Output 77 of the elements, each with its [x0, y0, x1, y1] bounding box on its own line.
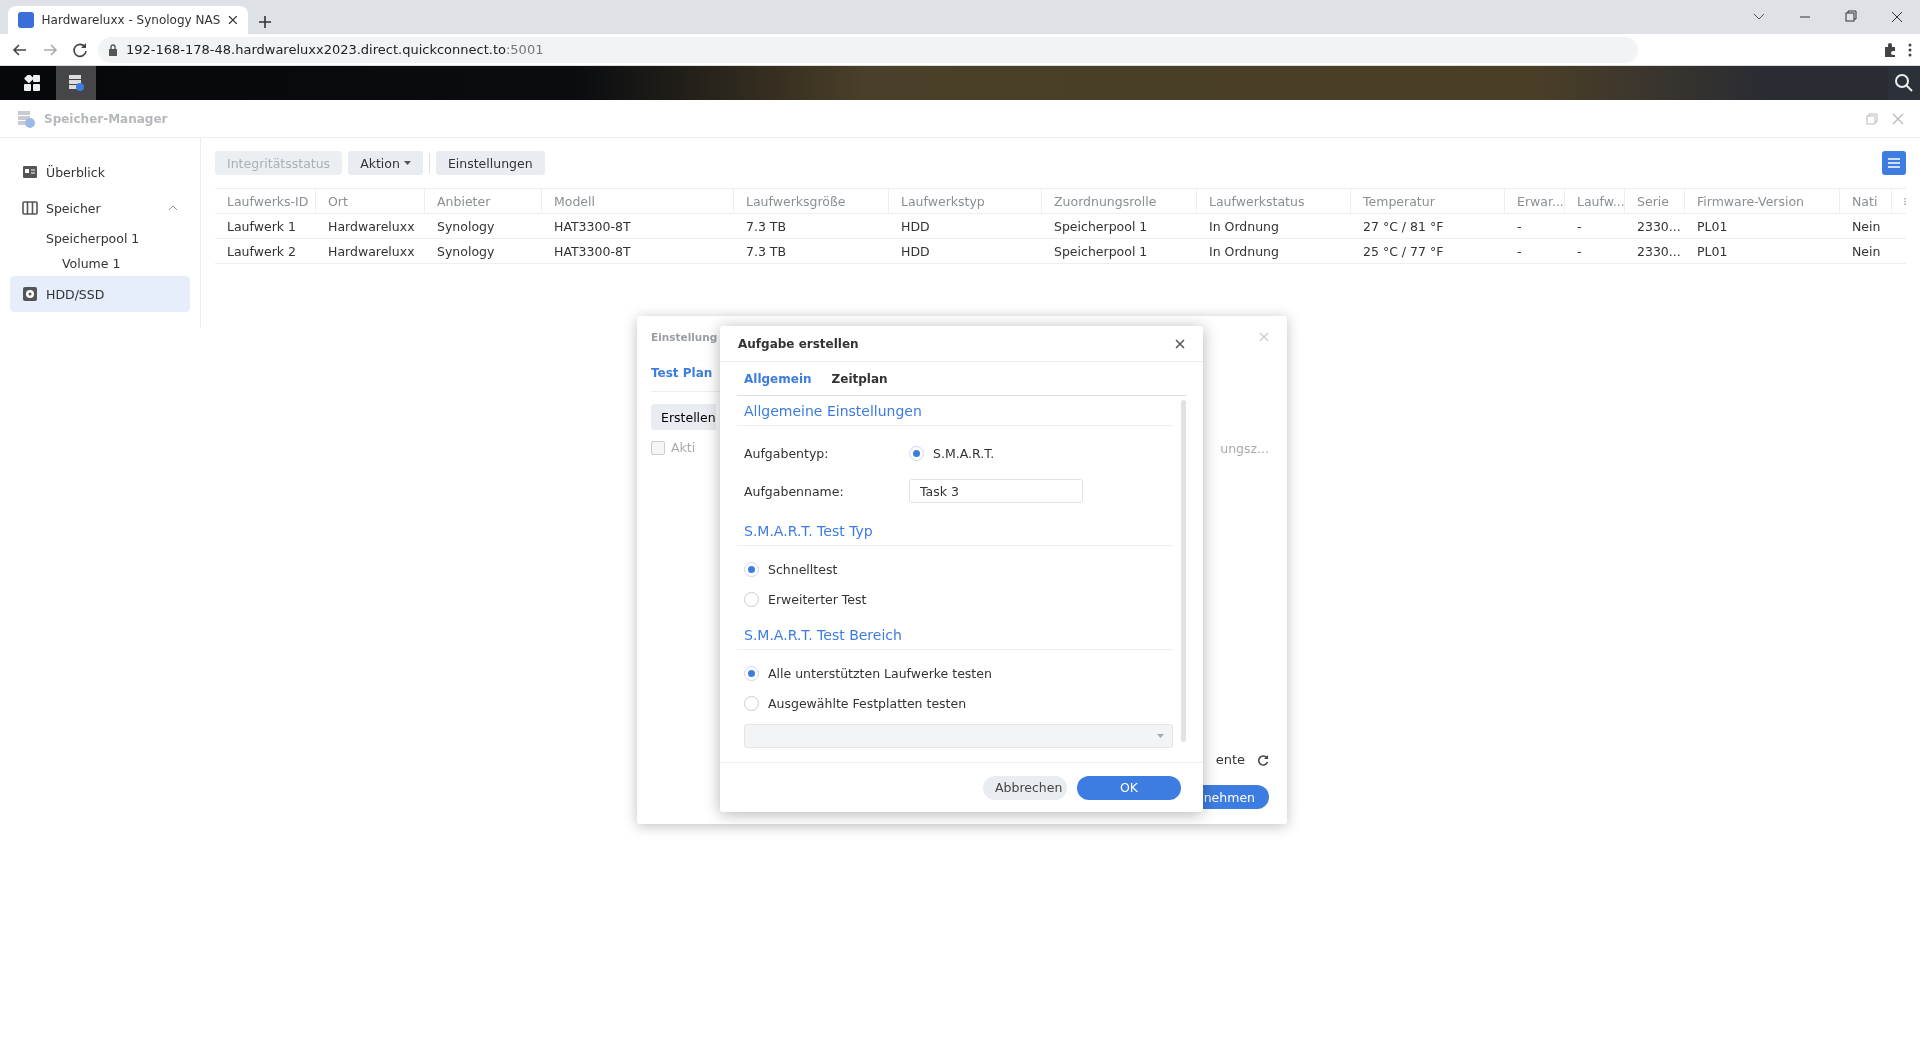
sidebar-label: Speicher	[46, 200, 101, 216]
table-cell: 27 °C / 81 °F	[1351, 214, 1505, 239]
address-bar[interactable]: 192-168-178-48.hardwareluxx2023.direct.quickconnect.to:5001	[98, 36, 1638, 63]
create-button[interactable]: Erstellen	[651, 404, 716, 430]
column-header[interactable]: Laufwerks-ID	[215, 188, 316, 214]
tab[interactable]: Allgemein	[744, 371, 812, 386]
table-cell: -	[1505, 239, 1565, 264]
toolbar-button[interactable]: Einstellungen	[435, 151, 545, 175]
table-cell: Speicherpool 1	[1042, 239, 1197, 264]
browser-tab[interactable]: Hardwareluxx - Synology NAS	[8, 6, 248, 34]
sidebar-item[interactable]: Überblick	[10, 154, 190, 190]
column-header[interactable]: Nati	[1840, 188, 1892, 214]
table-cell: Nein	[1840, 214, 1892, 239]
table-cell: HAT3300-8T	[542, 214, 734, 239]
column-header[interactable]: Laufwerkstatus	[1197, 188, 1351, 214]
table-cell: HDD	[889, 214, 1042, 239]
column-header[interactable]: Serie	[1625, 188, 1685, 214]
option-label: Schnelltest	[768, 561, 838, 577]
section-heading: Allgemeine Einstellungen	[737, 396, 1173, 426]
footer-text: ente	[1215, 752, 1245, 767]
sidebar-item[interactable]: HDD/SSD	[10, 276, 190, 312]
dialog-title: Aufgabe erstellen	[738, 336, 859, 351]
table-cell: 7.3 TB	[734, 239, 889, 264]
ok-button[interactable]: OK	[1077, 775, 1181, 800]
sidebar-label: HDD/SSD	[46, 286, 105, 302]
dialog-title: Einstellung	[651, 330, 719, 345]
option-label: Erweiterter Test	[768, 591, 867, 607]
table-cell: Synology	[425, 214, 542, 239]
table-cell: Nein	[1840, 239, 1892, 264]
table-cell: -	[1505, 214, 1565, 239]
section-heading: S.M.A.R.T. Test Bereich	[737, 620, 1173, 650]
tab[interactable]: Zeitplan	[831, 371, 888, 386]
table-cell: PL01	[1685, 239, 1840, 264]
column-header[interactable]: Laufwerkstyp	[889, 188, 1042, 214]
table-cell: HAT3300-8T	[542, 239, 734, 264]
column-header[interactable]: Modell	[542, 188, 734, 214]
window-title: Speicher-Manager	[44, 111, 168, 126]
column-header[interactable]: Zuordnungsrolle	[1042, 188, 1197, 214]
column-header[interactable]: Anbieter	[425, 188, 542, 214]
sidebar-item[interactable]: Speicher	[10, 190, 190, 226]
sidebar-item[interactable]: Volume 1	[10, 251, 190, 276]
table-cell: In Ordnung	[1197, 214, 1351, 239]
table-cell: Synology	[425, 239, 542, 264]
field-label: Aufgabenname:	[744, 483, 845, 499]
section-heading: S.M.A.R.T. Test Typ	[737, 516, 1173, 546]
table-cell: Hardwareluxx	[316, 239, 425, 264]
column-header: ungsz...	[1220, 441, 1269, 456]
table-cell: Speicherpool 1	[1042, 214, 1197, 239]
table-cell: Hardwareluxx	[316, 214, 425, 239]
table-cell: 2330...	[1625, 214, 1685, 239]
option-label: Alle unterstützten Laufwerke testen	[768, 665, 992, 681]
column-header[interactable]: Laufw...	[1565, 188, 1625, 214]
option-label: Ausgewählte Festplatten testen	[768, 695, 967, 711]
column-header[interactable]: Laufwerksgröße	[734, 188, 889, 214]
table-cell: Laufwerk 2	[215, 239, 316, 264]
column-header[interactable]: Erwar...	[1505, 188, 1565, 214]
input-field[interactable]: Task 3	[909, 479, 1083, 503]
table-cell: 25 °C / 77 °F	[1351, 239, 1505, 264]
option-label: S.M.A.R.T.	[933, 445, 995, 461]
sidebar-item[interactable]: Speicherpool 1	[10, 226, 190, 251]
column-header[interactable]: Firmware-Version	[1685, 188, 1840, 214]
table-cell: HDD	[889, 239, 1042, 264]
table-cell: 7.3 TB	[734, 214, 889, 239]
table-cell: PL01	[1685, 214, 1840, 239]
toolbar-button[interactable]: Aktion	[348, 151, 423, 175]
column-header[interactable]: Temperatur	[1351, 188, 1505, 214]
table-cell: In Ordnung	[1197, 239, 1351, 264]
field-label: Aufgabentyp:	[744, 445, 830, 461]
sidebar-label: Überblick	[46, 164, 105, 180]
table-cell: -	[1565, 214, 1625, 239]
table-cell: -	[1565, 239, 1625, 264]
table-cell: 2330...	[1625, 239, 1685, 264]
column-header: Akti	[671, 440, 696, 455]
table-cell: Laufwerk 1	[215, 214, 316, 239]
column-header[interactable]: Ort	[316, 188, 425, 214]
cancel-button[interactable]: Abbrechen	[983, 775, 1067, 800]
url-text: 192-168-178-48.hardwareluxx2023.direct.quickconnect.to:5001	[126, 42, 544, 57]
